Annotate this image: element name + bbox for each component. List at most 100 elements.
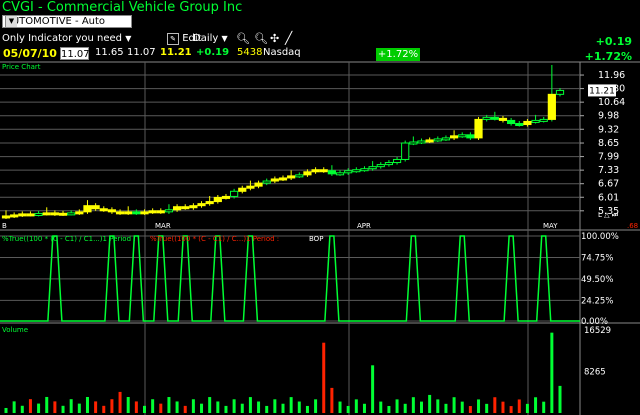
candle-body <box>287 175 296 179</box>
volume-bar <box>338 401 342 413</box>
candle-body <box>498 117 508 121</box>
price-y-tick-label: 9.98 <box>598 111 619 122</box>
candle-body <box>515 123 524 127</box>
volume-bar <box>257 401 261 413</box>
volume-bar <box>151 399 155 413</box>
volume-bar <box>542 401 546 413</box>
candle-body <box>547 93 556 120</box>
volume-bar <box>297 401 301 413</box>
candle-body <box>474 118 483 139</box>
month-label-b: B <box>2 222 7 230</box>
candle-body <box>42 212 51 216</box>
candle-body <box>230 190 239 197</box>
volume-bar <box>517 399 521 413</box>
indicator-y-tick-label: 49.50% <box>581 275 613 285</box>
candle-body <box>409 141 418 145</box>
candle-body <box>197 203 206 207</box>
volume-bar <box>525 403 529 413</box>
candle-body <box>91 205 100 210</box>
volume-bar <box>45 396 49 413</box>
candle-body <box>246 185 255 189</box>
volume-bar <box>69 399 73 413</box>
candle-body <box>115 211 125 215</box>
volume-bar <box>37 403 41 413</box>
candle-body <box>172 206 182 211</box>
price-y-tick-label: 6.67 <box>598 179 619 190</box>
price-y-tick-label: 7.33 <box>598 165 619 176</box>
volume-bar <box>200 403 204 413</box>
volume-bar <box>126 397 130 413</box>
candle-body <box>303 171 312 176</box>
month-label-mar: MAR <box>155 222 171 230</box>
price-y-tick-label: 9.32 <box>598 124 619 135</box>
volume-bar <box>273 399 277 413</box>
candle-body <box>10 214 19 218</box>
volume-bar <box>314 399 318 413</box>
candle-body <box>238 187 247 192</box>
volume-bar <box>289 397 293 413</box>
volume-bar <box>387 406 391 413</box>
volume-bar <box>183 405 187 413</box>
candle-body <box>335 172 345 176</box>
indicator-label-red: %True((100 * (C - C1) / C...)1 Period : <box>150 235 280 243</box>
indicator-y-tick-label: 24.25% <box>581 296 613 306</box>
volume-bar <box>354 399 358 413</box>
candle-body <box>58 212 68 216</box>
volume-panel-label: Volume <box>2 326 29 334</box>
candle-body <box>449 135 459 139</box>
indicator-label-green: %True((100 * (C - C1) / C1...)1 Period : <box>2 235 136 243</box>
scale-toggle-icons[interactable]: L △ ⏭ <box>598 211 618 220</box>
volume-bar <box>20 405 24 413</box>
candle-body <box>523 120 532 126</box>
volume-bar <box>420 401 423 413</box>
candle-body <box>34 212 43 216</box>
candle-body <box>221 195 231 199</box>
candle-body <box>458 134 467 138</box>
volume-bar <box>485 403 489 413</box>
candle-body <box>254 182 263 187</box>
price-y-tick-label: 6.01 <box>598 192 619 203</box>
candle-body <box>490 116 499 120</box>
volume-bar <box>493 397 497 413</box>
volume-bar <box>77 403 81 413</box>
candle-body <box>425 139 434 143</box>
candle-body <box>189 205 198 209</box>
volume-y-tick-label: 16529 <box>584 326 611 336</box>
last-price-label: 11.21 <box>589 86 615 96</box>
candle-body <box>319 169 328 173</box>
volume-bar <box>403 403 407 413</box>
volume-bar <box>224 405 228 413</box>
volume-bar <box>134 401 138 413</box>
candle-body <box>392 158 402 164</box>
candle-body <box>507 119 516 125</box>
chart-canvas[interactable]: 11.9611.3010.649.989.328.657.997.336.676… <box>0 0 640 415</box>
price-y-tick-label: 8.65 <box>598 138 619 149</box>
candle-body <box>433 138 442 142</box>
volume-bar <box>12 401 16 413</box>
month-label-apr: APR <box>357 222 371 230</box>
volume-y-tick-label: 8265 <box>584 367 606 377</box>
volume-bar <box>428 394 432 413</box>
volume-bar <box>501 401 505 413</box>
candle-body <box>18 213 27 217</box>
candle-body <box>262 180 271 184</box>
volume-bar <box>468 406 472 413</box>
candle-body <box>99 208 108 212</box>
volume-bar <box>53 401 57 413</box>
volume-bar <box>305 405 309 413</box>
volume-bar <box>362 403 366 413</box>
candle-body <box>83 205 92 213</box>
candle-body <box>401 142 410 160</box>
volume-bar <box>322 342 326 413</box>
candle-body <box>156 210 165 214</box>
candle-body <box>164 209 174 213</box>
candle-body <box>1 215 11 219</box>
volume-bar <box>509 406 513 413</box>
candle-body <box>50 212 59 216</box>
candle-body <box>67 212 76 216</box>
candle-body <box>344 170 353 174</box>
volume-bar <box>240 403 244 413</box>
volume-bar <box>232 399 236 413</box>
candle-body <box>531 119 540 123</box>
volume-bar <box>143 405 146 413</box>
